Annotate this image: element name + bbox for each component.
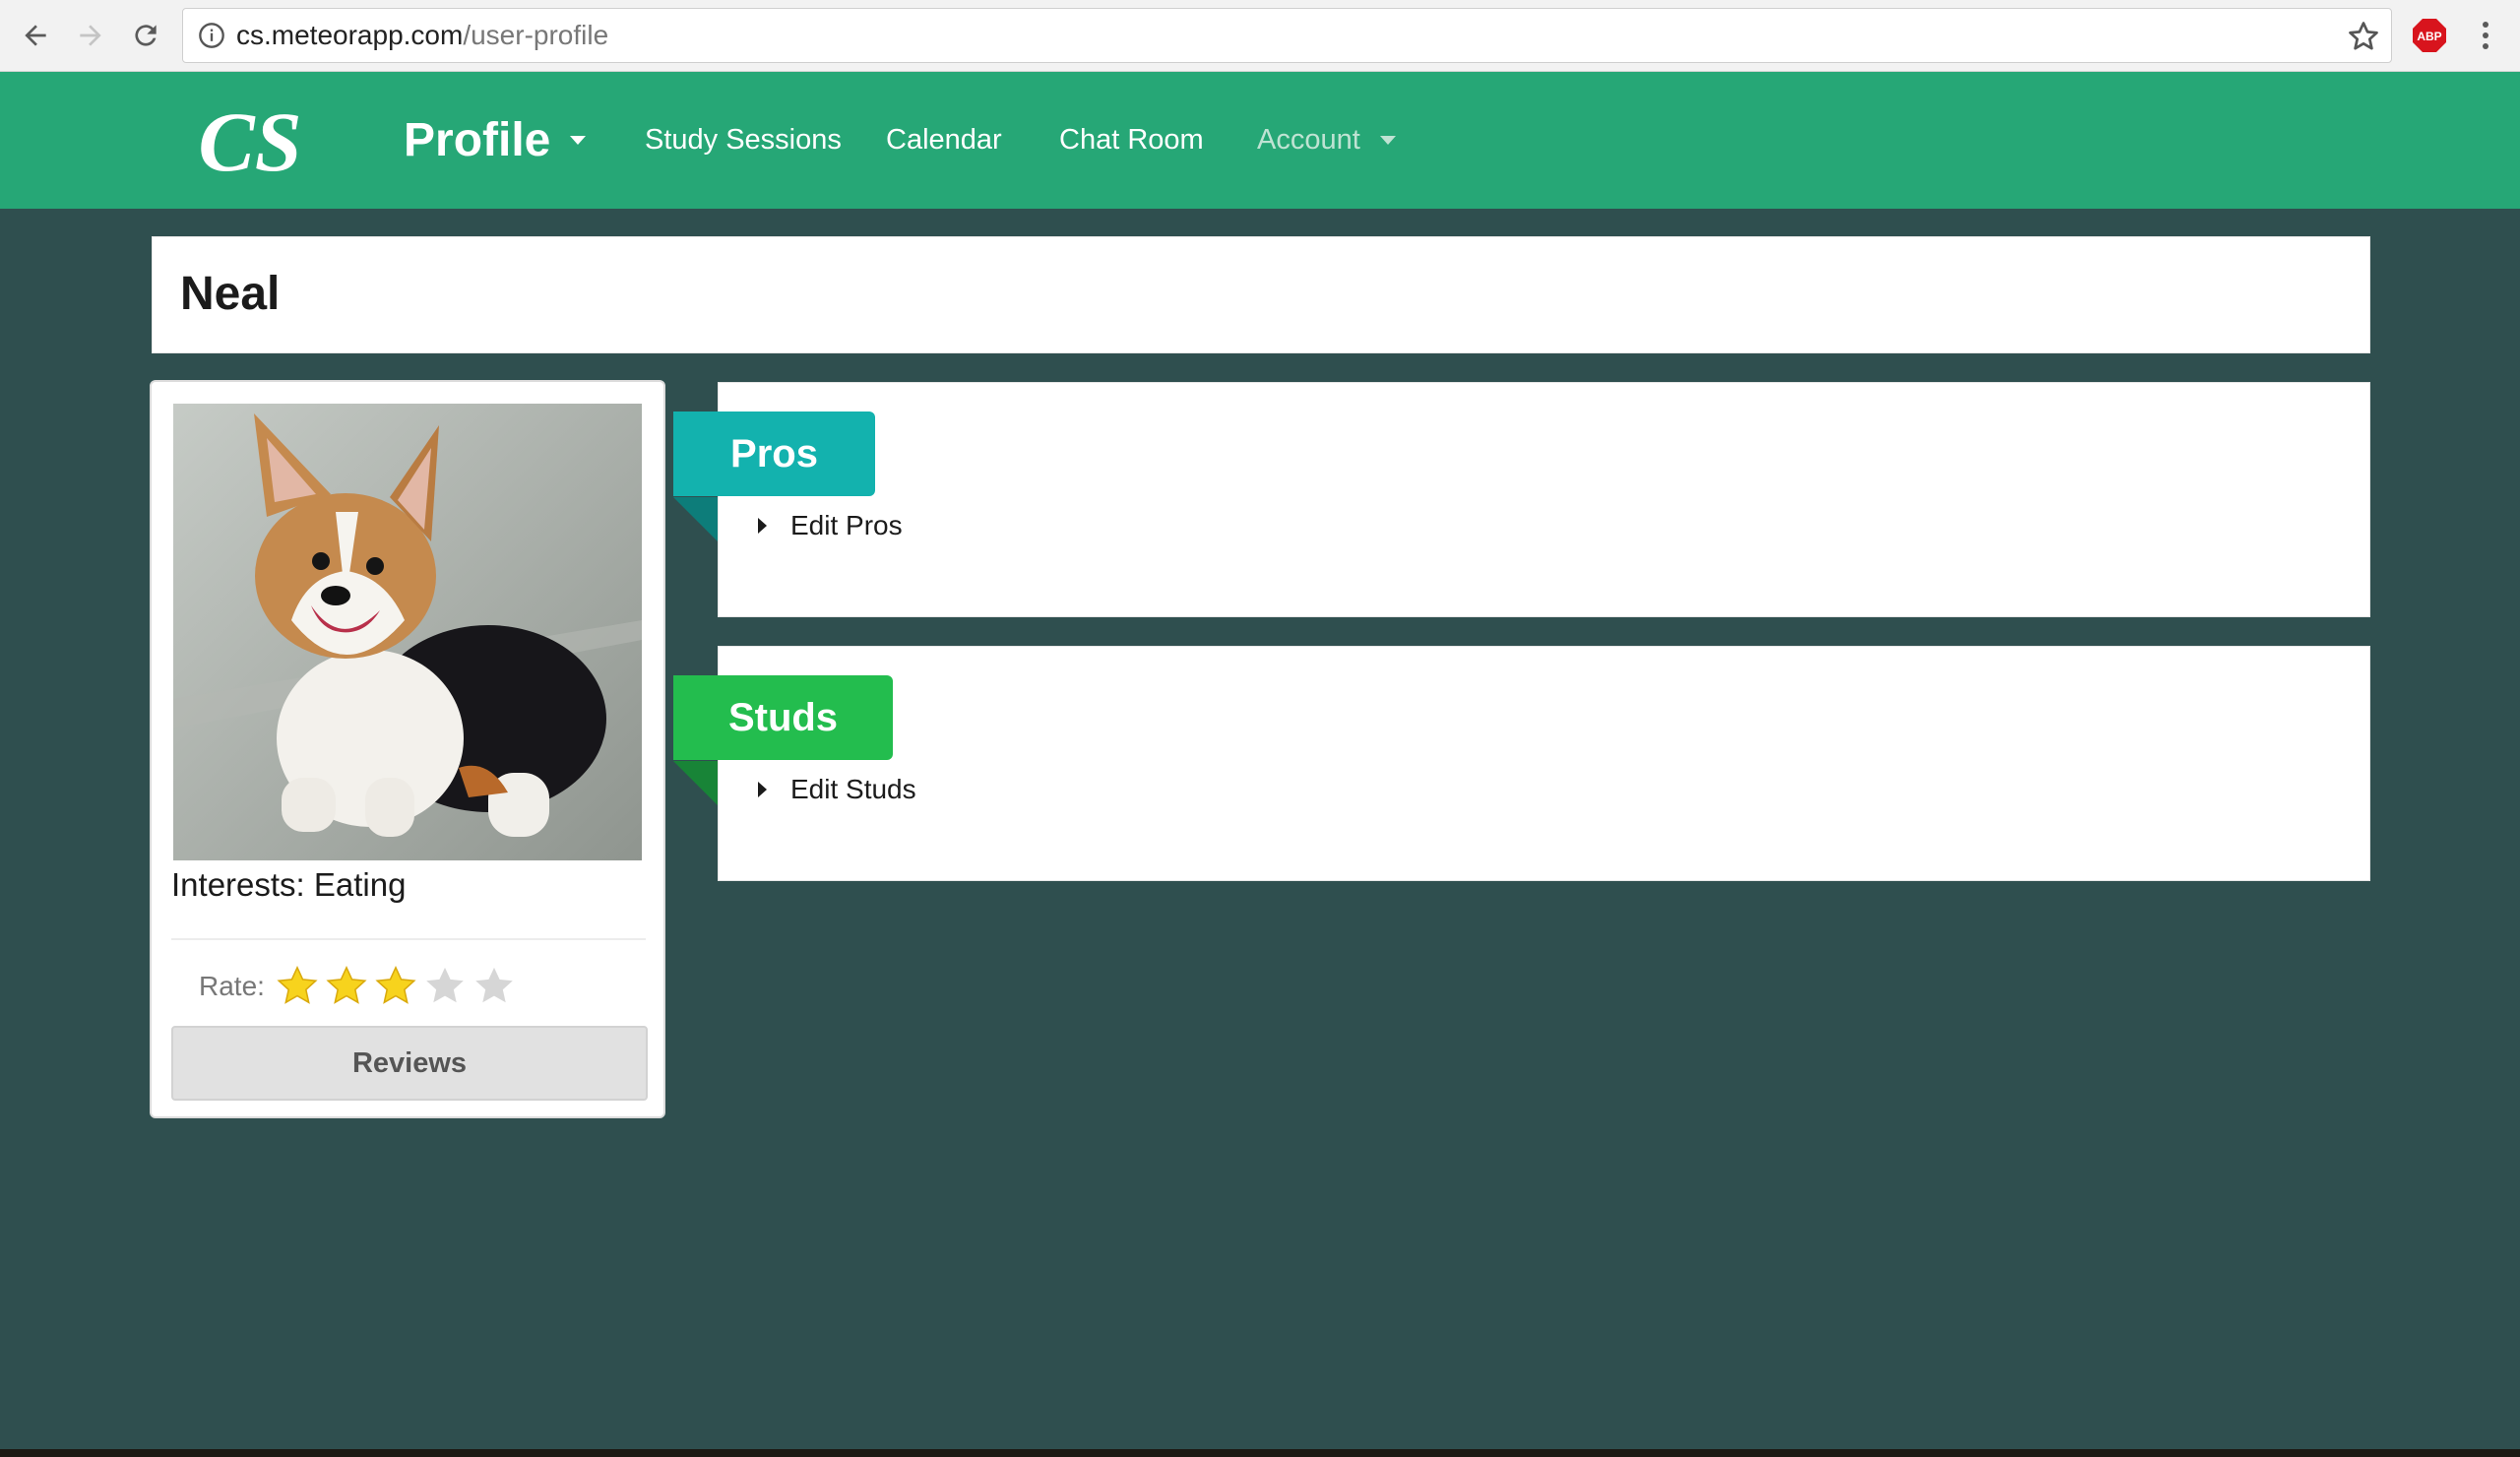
forward-button[interactable]	[69, 14, 112, 57]
kebab-menu-icon[interactable]	[2471, 16, 2500, 55]
star-icon[interactable]	[422, 964, 468, 1009]
rating-widget: Rate:	[199, 959, 521, 1014]
edit-studs-label: Edit Studs	[790, 774, 916, 804]
profile-name-panel: Neal	[152, 236, 2370, 353]
nav-profile[interactable]: Profile	[404, 72, 587, 209]
edit-pros-label: Edit Pros	[790, 510, 903, 540]
nav-chat-room-label: Chat Room	[1059, 124, 1204, 156]
arrow-left-icon	[25, 25, 46, 46]
extension-label: ABP	[2417, 30, 2441, 43]
edit-pros-link[interactable]: Edit Pros	[758, 510, 903, 541]
nav-chat-room[interactable]: Chat Room	[1059, 72, 1204, 209]
address-bar[interactable]: cs.meteorapp.com/user-profile	[182, 8, 2392, 63]
studs-panel	[718, 646, 2370, 881]
pros-title: Pros	[730, 431, 818, 475]
pros-panel	[718, 382, 2370, 617]
nav-study-sessions-label: Study Sessions	[645, 124, 842, 156]
logo-text: CS	[201, 95, 299, 189]
browser-toolbar: cs.meteorapp.com/user-profile ABP	[0, 0, 2520, 72]
star-icon[interactable]	[324, 964, 369, 1009]
cs-logo[interactable]: CS	[198, 92, 301, 190]
reload-button[interactable]	[124, 14, 167, 57]
adblock-extension-icon[interactable]: ABP	[2412, 18, 2447, 53]
url-path: /user-profile	[463, 20, 609, 50]
pros-ribbon-fold	[673, 497, 718, 541]
star-outline-icon[interactable]	[2346, 19, 2381, 54]
chevron-down-icon	[1379, 136, 1396, 145]
nav-profile-label: Profile	[404, 114, 551, 166]
nav-study-sessions[interactable]: Study Sessions	[645, 72, 842, 209]
profile-name: Neal	[180, 268, 281, 320]
nav-calendar-label: Calendar	[886, 124, 1002, 156]
profile-card: Interests: Eating Rate: Reviews	[150, 380, 665, 1118]
edit-studs-link[interactable]: Edit Studs	[758, 774, 916, 805]
arrow-right-icon	[80, 25, 101, 46]
studs-ribbon-fold	[673, 761, 718, 805]
caret-right-icon	[758, 518, 767, 534]
star-icon[interactable]	[373, 964, 418, 1009]
card-divider	[171, 938, 646, 940]
studs-ribbon: Studs	[673, 675, 893, 760]
rate-label: Rate:	[199, 971, 265, 1001]
chevron-down-icon	[570, 136, 587, 145]
url-text: cs.meteorapp.com/user-profile	[236, 20, 608, 51]
nav-account-label: Account	[1257, 124, 1360, 156]
pros-ribbon: Pros	[673, 412, 875, 496]
reviews-button[interactable]: Reviews	[171, 1026, 648, 1101]
star-icon[interactable]	[472, 964, 517, 1009]
nav-account[interactable]: Account	[1257, 72, 1396, 209]
caret-right-icon	[758, 782, 767, 797]
back-button[interactable]	[14, 14, 57, 57]
studs-title: Studs	[727, 695, 839, 739]
window-bottom-edge	[0, 1449, 2520, 1457]
profile-interests: Interests: Eating	[171, 866, 407, 903]
star-icon[interactable]	[275, 964, 320, 1009]
app-header: CS Profile Study Sessions Calendar Chat …	[0, 72, 2520, 209]
info-circle-icon[interactable]	[197, 21, 226, 50]
profile-photo	[173, 404, 642, 860]
reload-icon	[135, 25, 157, 46]
url-host: cs.meteorapp.com	[236, 20, 464, 50]
nav-calendar[interactable]: Calendar	[886, 72, 1002, 209]
